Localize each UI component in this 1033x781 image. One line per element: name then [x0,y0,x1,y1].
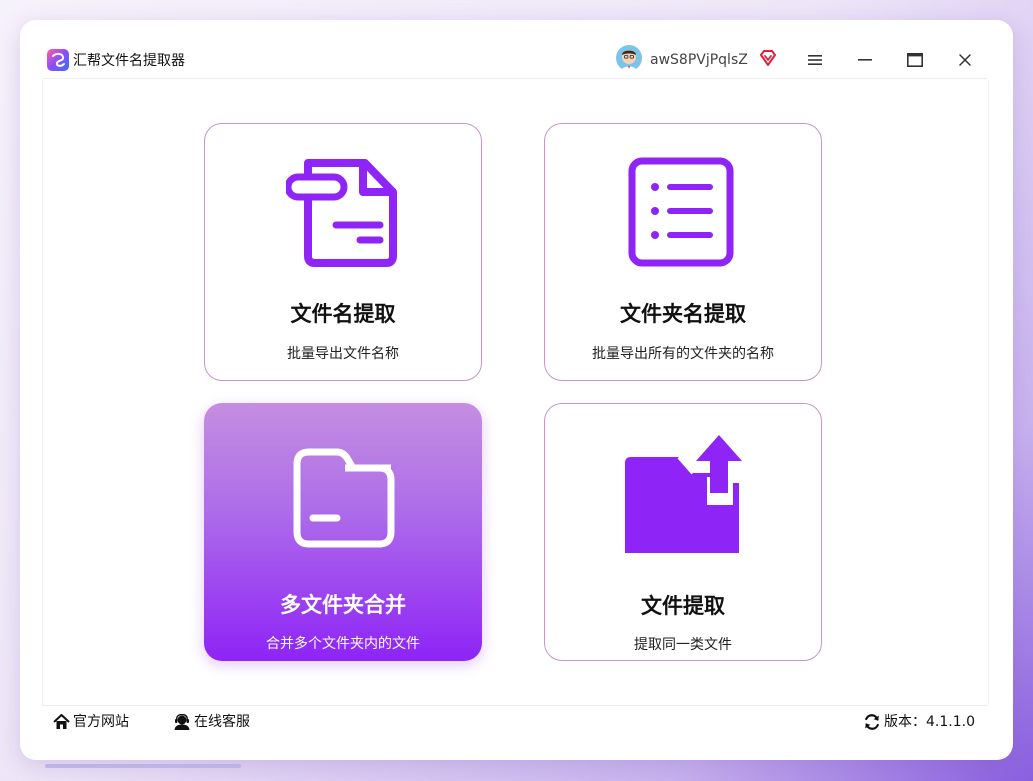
list-document-icon [628,157,734,267]
card-title: 多文件夹合并 [280,593,406,617]
user-avatar[interactable] [616,45,642,71]
online-service-label: 在线客服 [194,714,250,730]
refresh-icon[interactable] [863,714,881,730]
official-website-link[interactable]: 官方网站 [53,713,129,731]
online-service-link[interactable]: 在线客服 [173,713,250,731]
close-button[interactable] [951,46,979,74]
folder-icon [293,448,395,548]
version-label: 版本： [884,714,926,730]
maximize-icon [907,53,923,67]
app-window: 汇帮文件名提取器 awS8PVjPqlsZ 文件名提取 批量导出文件名称 文件夹… [20,20,1013,760]
card-title: 文件夹名提取 [620,302,746,326]
customer-service-icon [174,714,190,730]
username-label[interactable]: awS8PVjPqlsZ [650,51,748,69]
menu-button[interactable] [801,46,829,74]
card-foldername-extract[interactable]: 文件夹名提取 批量导出所有的文件夹的名称 [544,123,822,381]
card-title: 文件提取 [641,594,725,618]
card-desc: 合并多个文件夹内的文件 [266,636,420,652]
card-desc: 批量导出所有的文件夹的名称 [592,346,774,362]
vip-diamond-icon[interactable] [758,48,778,68]
card-desc: 提取同一类文件 [634,637,732,653]
official-website-label: 官方网站 [73,714,129,730]
minimize-button[interactable] [851,46,879,74]
title-bar: 汇帮文件名提取器 awS8PVjPqlsZ [42,44,987,79]
close-icon [959,54,971,66]
main-content: 文件名提取 批量导出文件名称 文件夹名提取 批量导出所有的文件夹的名称 多文件夹… [42,80,989,705]
version-info: 版本： 4.1.1.0 [863,713,975,731]
bottom-decor-strip [45,764,241,768]
card-multi-folder-merge[interactable]: 多文件夹合并 合并多个文件夹内的文件 [204,403,482,661]
home-icon [53,714,70,729]
hamburger-icon [808,55,822,65]
footer-bar: 官方网站 在线客服 版本： 4.1.1.0 [42,705,987,738]
card-file-extract[interactable]: 文件提取 提取同一类文件 [544,403,822,661]
minimize-icon [858,59,872,61]
version-number: 4.1.1.0 [926,714,975,730]
app-title: 汇帮文件名提取器 [73,53,185,69]
maximize-button[interactable] [901,46,929,74]
folder-upload-icon [625,435,742,553]
card-desc: 批量导出文件名称 [287,346,399,362]
file-icon [286,159,397,267]
card-filename-extract[interactable]: 文件名提取 批量导出文件名称 [204,123,482,381]
card-title: 文件名提取 [290,302,396,326]
app-logo-icon [47,49,69,71]
